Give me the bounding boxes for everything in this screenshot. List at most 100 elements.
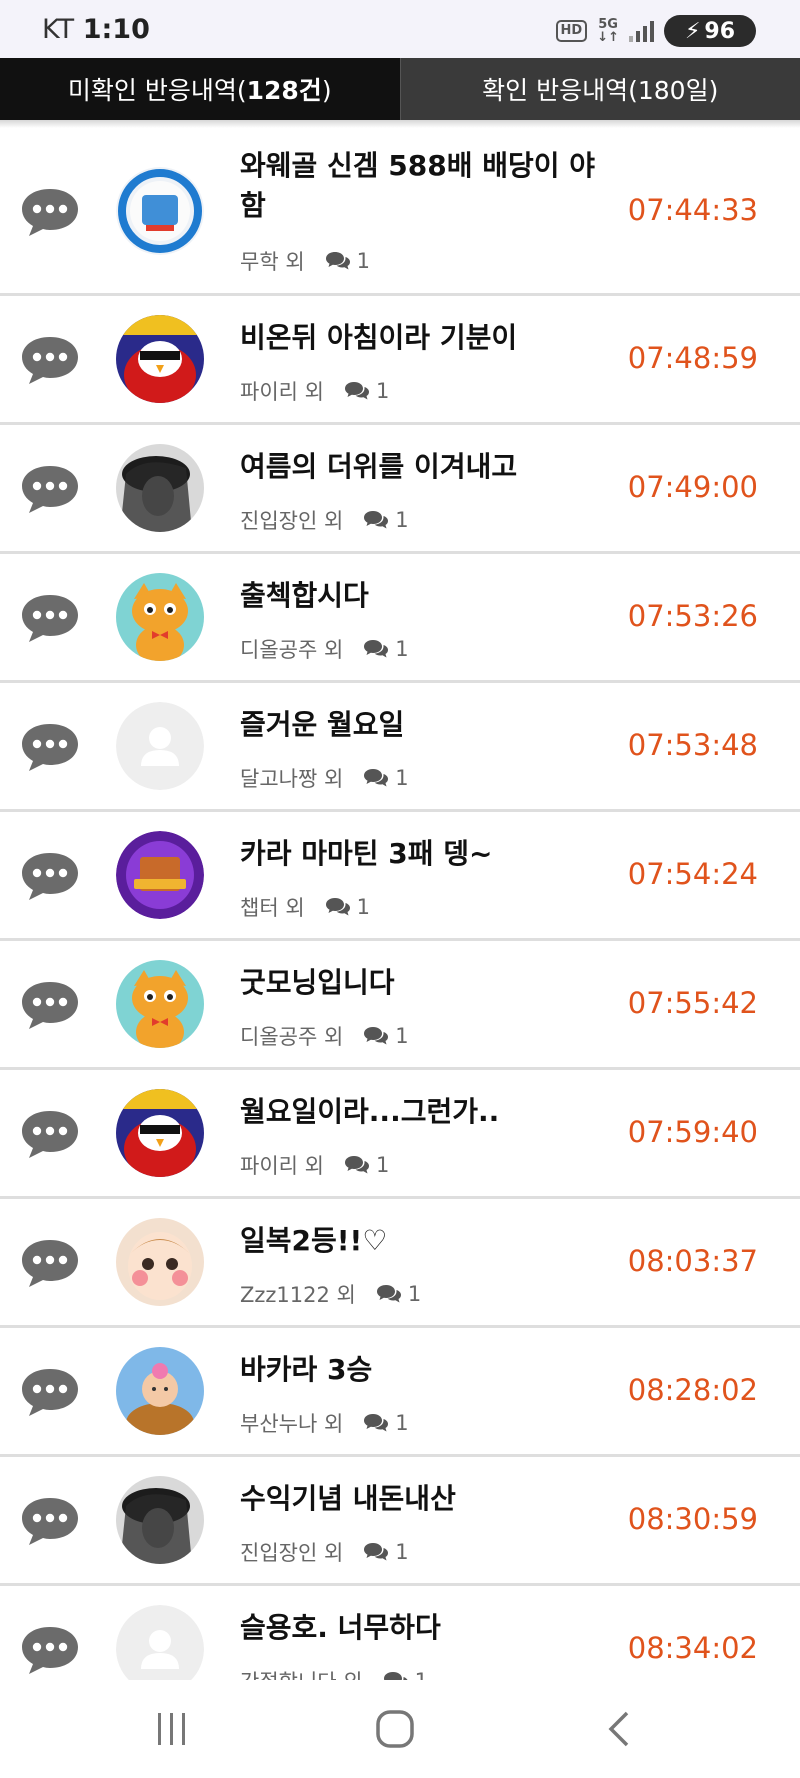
reaction-time: 07:53:48 [627, 728, 758, 762]
avatar[interactable] [116, 1347, 204, 1435]
comment-count: 1 [376, 1282, 421, 1306]
comment-count: 1 [363, 1411, 409, 1435]
tab-unconfirmed[interactable]: 미확인 반응내역(128건) [0, 58, 400, 120]
post-title: 수익기념 내돈내산 [240, 1482, 456, 1515]
chat-bubble-icon [18, 1494, 82, 1548]
tab-divider [0, 120, 800, 128]
reaction-list: 와웨골 신겜 588배 배당이 야함 무학 외 1 07:44:33 비온뒤 아… [0, 128, 800, 1715]
post-meta: 무학 외 1 [240, 246, 370, 276]
clock: 1:10 [82, 14, 150, 45]
avatar[interactable] [116, 1218, 204, 1306]
comment-icon [363, 1542, 389, 1562]
list-item[interactable]: 비온뒤 아침이라 기분이 파이리 외 1 07:48:59 [0, 296, 800, 425]
recent-apps-button[interactable] [142, 1704, 202, 1754]
list-item[interactable]: 출첵합시다 디올공주 외 1 07:53:26 [0, 554, 800, 683]
reaction-time: 07:53:26 [627, 599, 758, 633]
post-user: 챕터 외 [240, 896, 305, 920]
home-button[interactable] [365, 1704, 425, 1754]
post-meta: 챕터 외 1 [240, 892, 370, 922]
default-user-avatar [116, 702, 204, 790]
post-user: 디올공주 외 [240, 1025, 344, 1049]
status-carrier: KT 1:10 [42, 14, 150, 45]
chat-bubble-icon [18, 591, 82, 645]
cat-avatar [116, 573, 204, 661]
list-item[interactable]: 굿모닝입니다 디올공주 외 1 07:55:42 [0, 941, 800, 1070]
list-item[interactable]: 여름의 더위를 이겨내고 진입장인 외 1 07:49:00 [0, 425, 800, 554]
comment-icon [376, 1284, 402, 1304]
post-meta: 디올공주 외 1 [240, 1021, 409, 1051]
comment-count: 1 [344, 1153, 389, 1177]
portrait-avatar [116, 1476, 204, 1564]
list-item[interactable]: 일복2등!!♡ Zzz1122 외 1 08:03:37 [0, 1199, 800, 1328]
post-meta: 파이리 외 1 [240, 376, 389, 406]
comment-icon [363, 768, 389, 788]
comment-icon [363, 639, 389, 659]
cat-avatar [116, 960, 204, 1048]
monk-avatar [116, 1347, 204, 1435]
avatar[interactable] [116, 573, 204, 661]
post-user: Zzz1122 외 [240, 1283, 356, 1307]
list-item[interactable]: 수익기념 내돈내산 진입장인 외 1 08:30:59 [0, 1457, 800, 1586]
comment-icon [344, 381, 370, 401]
comment-icon [363, 510, 389, 530]
comment-icon [344, 1155, 370, 1175]
comment-count: 1 [363, 508, 409, 532]
comment-icon [325, 251, 351, 271]
post-title: 즐거운 월요일 [240, 708, 405, 741]
5g-network-icon: 5G ↓↑ [597, 17, 619, 45]
home-icon [376, 1710, 414, 1748]
avatar[interactable] [116, 1089, 204, 1177]
chat-bubble-icon [18, 1623, 82, 1677]
battery-icon: ⚡ 96 [664, 15, 756, 47]
avatar[interactable] [116, 1476, 204, 1564]
post-user: 디올공주 외 [240, 638, 344, 662]
list-item[interactable]: 바카라 3승 부산누나 외 1 08:28:02 [0, 1328, 800, 1457]
chat-bubble-icon [18, 849, 82, 903]
comment-count: 1 [325, 249, 370, 273]
post-meta: 달고나짱 외 1 [240, 763, 409, 793]
tab-confirmed[interactable]: 확인 반응내역(180일) [399, 58, 800, 120]
avatar[interactable] [116, 831, 204, 919]
list-item[interactable]: 월요일이라...그런가.. 파이리 외 1 07:59:40 [0, 1070, 800, 1199]
chat-bubble-icon [18, 1107, 82, 1161]
post-title: 일복2등!!♡ [240, 1224, 388, 1257]
post-user: 파이리 외 [240, 380, 324, 404]
comment-count: 1 [363, 1024, 409, 1048]
status-bar: KT 1:10 HD 5G ↓↑ ⚡ 96 [0, 0, 800, 58]
penguin-avatar [116, 1089, 204, 1177]
reaction-time: 07:44:33 [627, 192, 758, 227]
carrier-label: KT [42, 14, 75, 45]
reaction-time: 07:55:42 [627, 986, 758, 1020]
post-title: 출첵합시다 [240, 579, 369, 612]
avatar[interactable] [116, 444, 204, 532]
chat-bubble-icon [18, 1365, 82, 1419]
avatar[interactable] [116, 315, 204, 403]
list-item[interactable]: 카라 마마틴 3패 뎅~ 챕터 외 1 07:54:24 [0, 812, 800, 941]
post-title: 월요일이라...그런가.. [240, 1095, 500, 1128]
post-meta: 부산누나 외 1 [240, 1408, 409, 1438]
tab-unconfirmed-label: 미확인 반응내역(128건) [67, 76, 332, 105]
cartoon-face-avatar [116, 1218, 204, 1306]
signal-icon [629, 20, 654, 42]
list-item[interactable]: 와웨골 신겜 588배 배당이 야함 무학 외 1 07:44:33 [0, 128, 800, 296]
post-title: 바카라 3승 [240, 1353, 373, 1386]
portrait-avatar [116, 444, 204, 532]
chat-bubble-icon [18, 1236, 82, 1290]
post-title: 비온뒤 아침이라 기분이 [240, 321, 518, 354]
penguin-avatar [116, 315, 204, 403]
back-button[interactable] [590, 1704, 650, 1754]
chat-bubble-icon [18, 185, 82, 239]
reaction-time: 08:03:37 [627, 1244, 758, 1278]
battery-level: 96 [704, 18, 736, 44]
comment-count: 1 [325, 895, 370, 919]
comment-icon [363, 1413, 389, 1433]
list-item[interactable]: 즐거운 월요일 달고나짱 외 1 07:53:48 [0, 683, 800, 812]
avatar[interactable] [116, 702, 204, 790]
comment-count: 1 [344, 379, 389, 403]
post-title: 슬용호. 너무하다 [240, 1611, 441, 1644]
tab-bar: 미확인 반응내역(128건) 확인 반응내역(180일) [0, 58, 800, 120]
hd-voice-icon: HD [555, 20, 588, 42]
avatar[interactable] [116, 960, 204, 1048]
avatar[interactable] [116, 166, 204, 255]
post-meta: 진입장인 외 1 [240, 1537, 409, 1567]
